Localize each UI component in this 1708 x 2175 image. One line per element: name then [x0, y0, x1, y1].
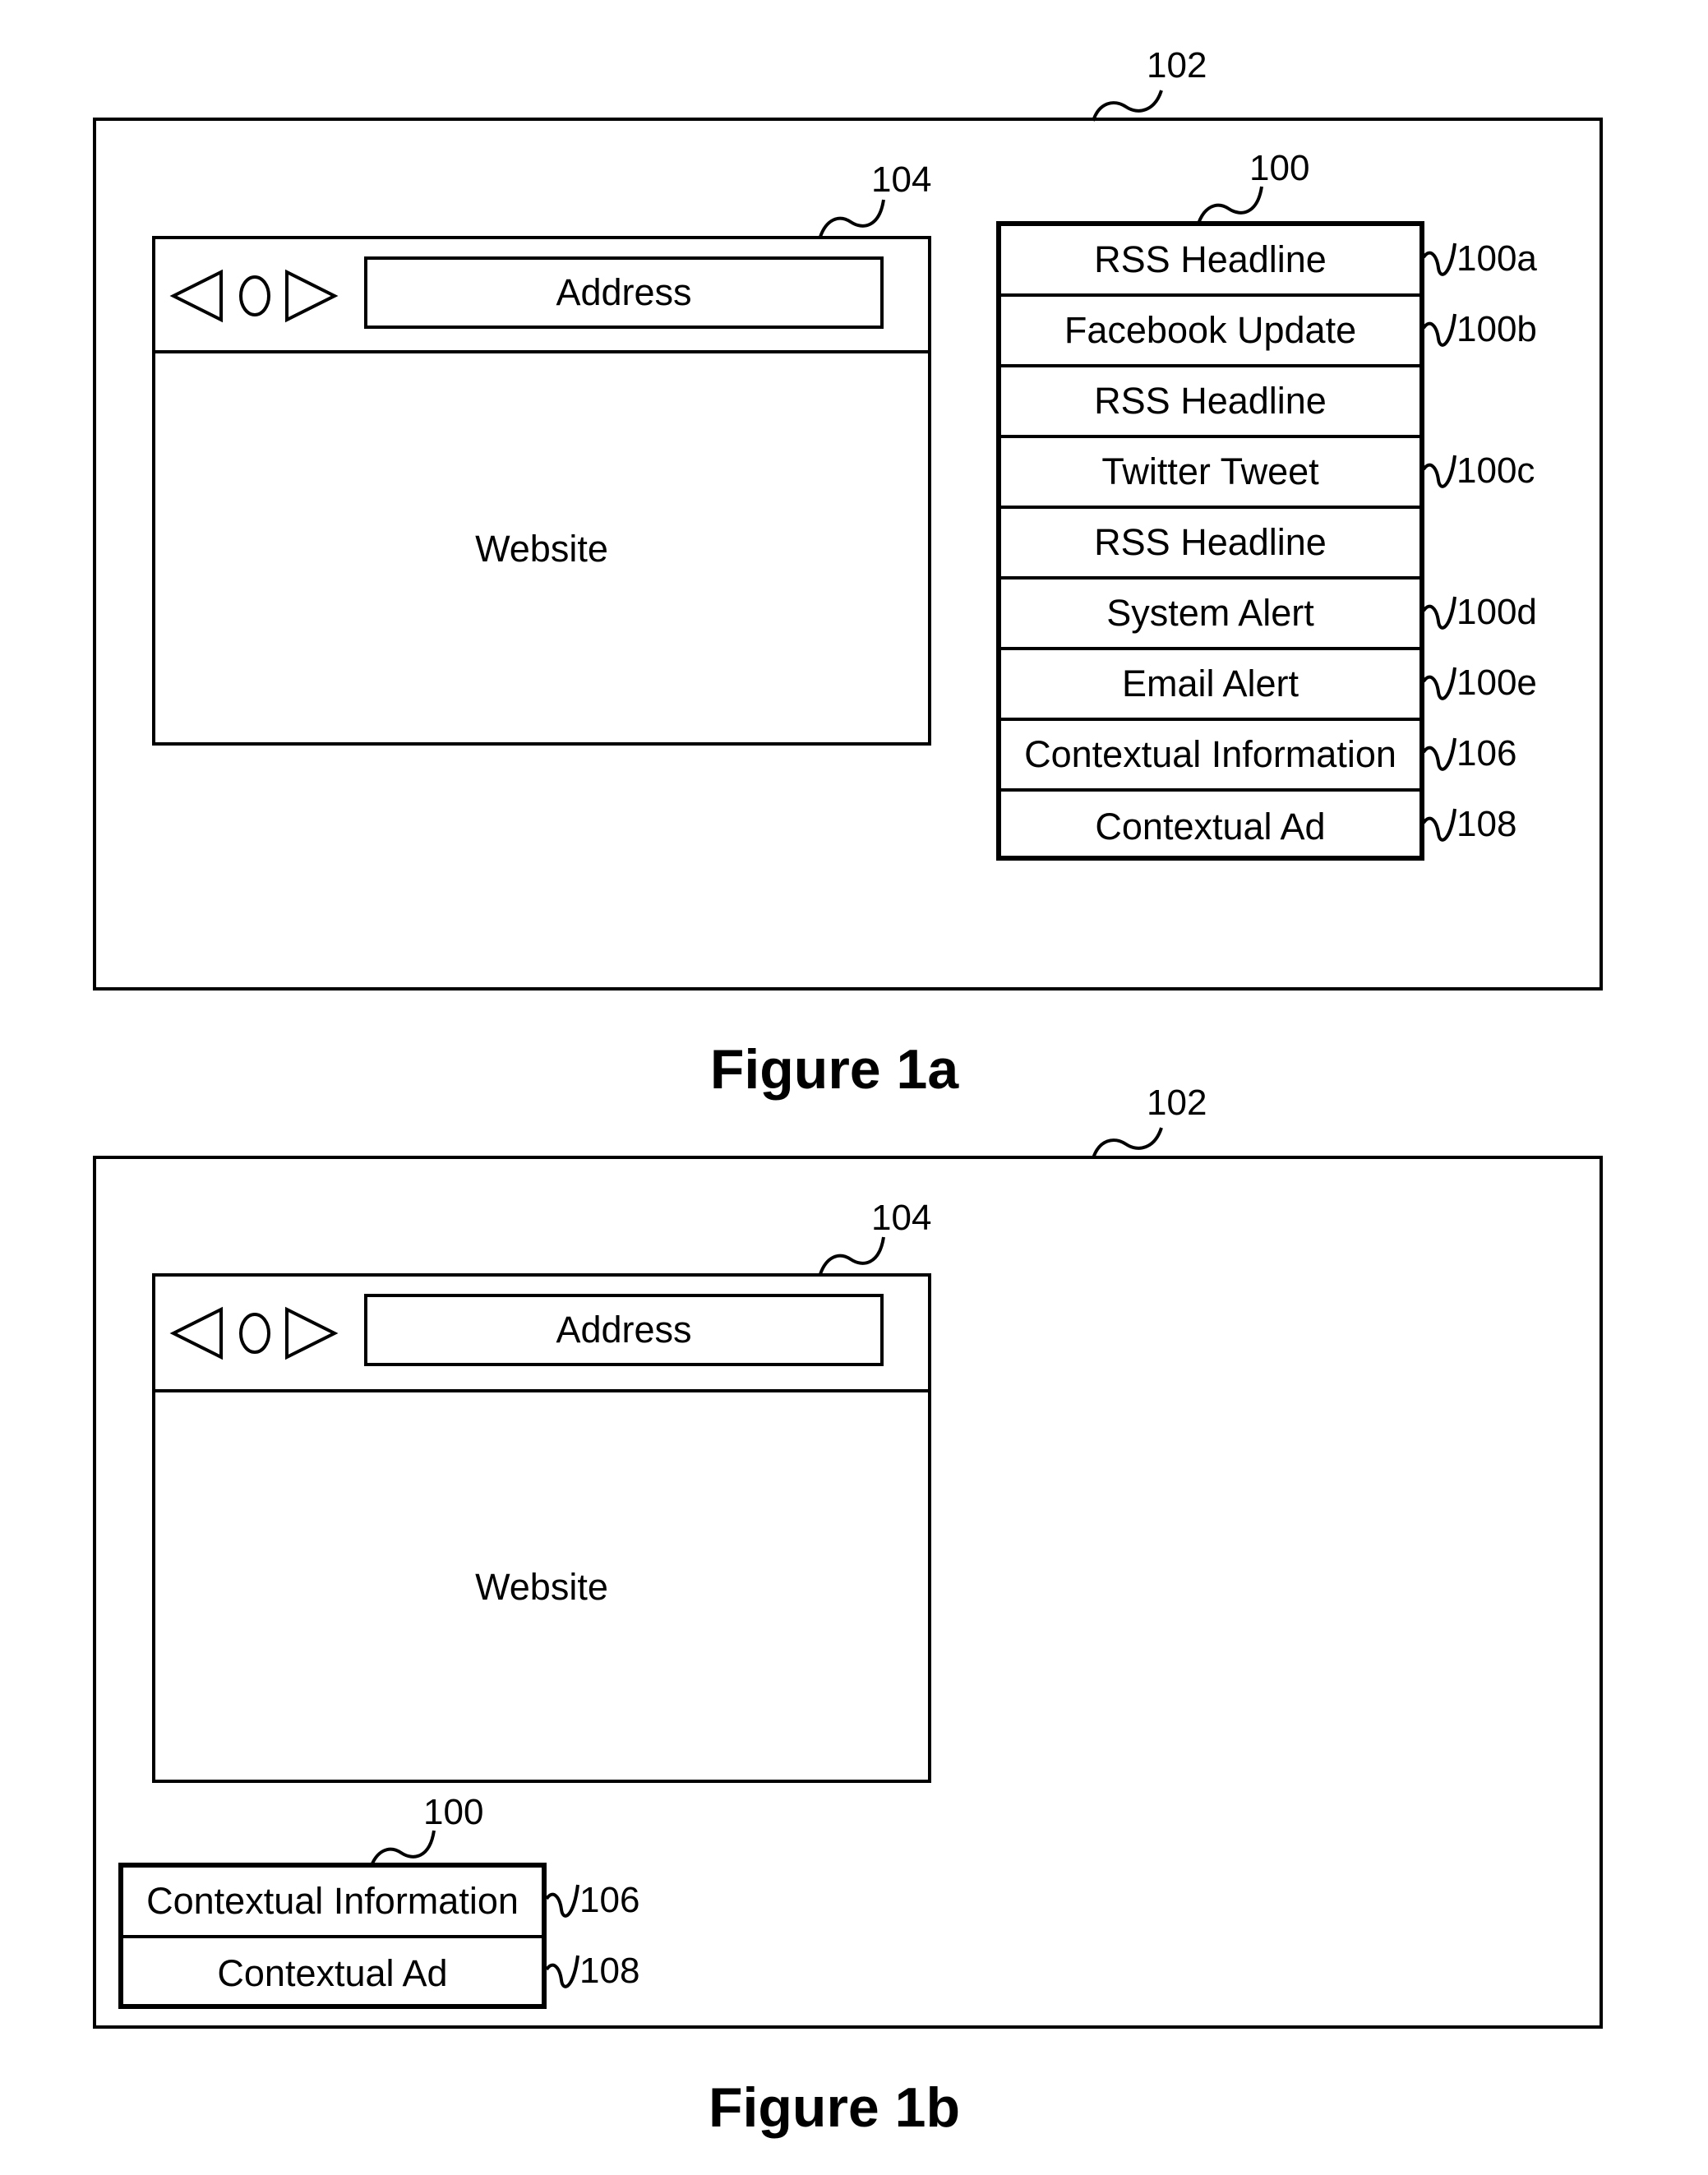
panel-item-ref-label: 106 [579, 1880, 640, 1920]
reload-circle-icon[interactable] [237, 1310, 273, 1356]
back-arrow-icon[interactable] [168, 267, 226, 325]
panel-item-ref-label: 106 [1456, 733, 1517, 773]
reload-circle-icon[interactable] [237, 273, 273, 319]
panel-item-ref-label: 108 [1456, 804, 1517, 844]
panel-item[interactable]: Contextual Ad [1001, 792, 1419, 862]
panel-item-label: Contextual Ad [1095, 806, 1326, 847]
panel-item[interactable]: System Alert [1001, 580, 1419, 650]
panel-item[interactable]: Contextual Information [1001, 721, 1419, 792]
panel-item-label: Twitter Tweet [1101, 450, 1319, 492]
browser-ref-label: 104 [871, 159, 932, 200]
panel-item-ref-label: 100a [1456, 238, 1537, 279]
panel-item[interactable]: RSS Headline [1001, 226, 1419, 297]
screen-ref-label: 102 [1147, 1083, 1207, 1123]
website-content-label: Website [475, 1566, 608, 1608]
panel-item-label: Contextual Information [146, 1880, 519, 1922]
browser-ref-leader [819, 1236, 885, 1275]
panel-item-ref-label: 108 [579, 1951, 640, 1991]
panel-ref-label: 100 [1249, 148, 1310, 188]
panel-item[interactable]: RSS Headline [1001, 367, 1419, 438]
back-arrow-icon[interactable] [168, 1305, 226, 1362]
panel-item-label: Email Alert [1121, 663, 1299, 704]
panel-item-label: RSS Headline [1094, 380, 1327, 422]
figure-caption: Figure 1a [709, 1038, 959, 1101]
forward-arrow-icon[interactable] [282, 267, 339, 325]
notification-panel: Contextual Information Contextual Ad [118, 1863, 547, 2009]
browser-toolbar-divider [152, 1389, 931, 1392]
panel-item-label: RSS Headline [1094, 238, 1327, 280]
panel-ref-label: 100 [423, 1792, 484, 1832]
panel-item[interactable]: Twitter Tweet [1001, 438, 1419, 509]
screen-ref-leader [1092, 1127, 1163, 1159]
browser-ref-leader [819, 199, 885, 238]
panel-item[interactable]: Email Alert [1001, 650, 1419, 721]
panel-item[interactable]: RSS Headline [1001, 509, 1419, 580]
panel-item-ref-label: 100c [1456, 450, 1535, 491]
website-content-label: Website [475, 528, 608, 570]
screen-ref-label: 102 [1147, 45, 1207, 85]
panel-item-label: Contextual Ad [217, 1952, 448, 1994]
panel-item[interactable]: Facebook Update [1001, 297, 1419, 367]
address-bar-label: Address [556, 271, 692, 313]
address-bar[interactable]: Address [364, 256, 884, 329]
panel-item-ref-label: 100d [1456, 592, 1537, 632]
panel-item[interactable]: Contextual Ad [123, 1938, 542, 2009]
panel-ref-leader [1197, 186, 1263, 224]
panel-item-label: RSS Headline [1094, 521, 1327, 563]
panel-item-ref-label: 100e [1456, 663, 1537, 703]
forward-arrow-icon[interactable] [282, 1305, 339, 1362]
panel-item-label: Facebook Update [1064, 309, 1357, 351]
address-bar-label: Address [556, 1309, 692, 1351]
panel-item[interactable]: Contextual Information [123, 1868, 542, 1938]
browser-toolbar-divider [152, 350, 931, 353]
panel-item-ref-label: 100b [1456, 309, 1537, 349]
browser-ref-label: 104 [871, 1198, 932, 1238]
panel-item-label: Contextual Information [1024, 733, 1396, 775]
figure-caption: Figure 1b [708, 2076, 961, 2139]
notification-panel: RSS Headline Facebook Update RSS Headlin… [996, 221, 1424, 861]
panel-item-label: System Alert [1106, 592, 1314, 634]
address-bar[interactable]: Address [364, 1294, 884, 1366]
screen-ref-leader [1092, 90, 1163, 122]
